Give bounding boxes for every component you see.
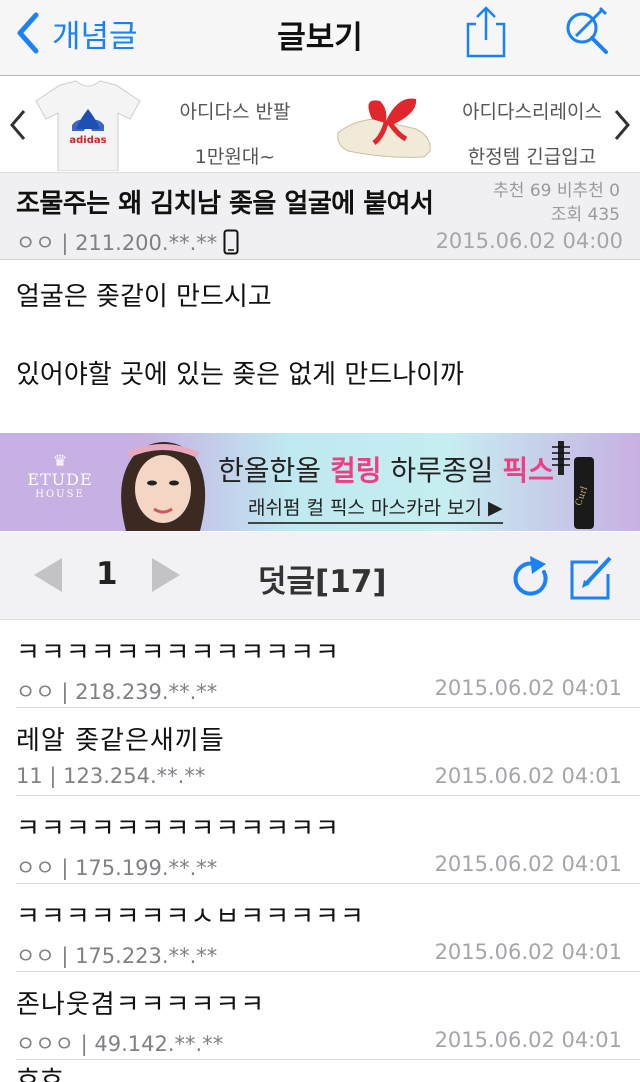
back-label: 개념글 — [52, 18, 138, 55]
brand-sub: HOUSE — [35, 489, 85, 500]
comment-row[interactable]: 레알 좆같은새끼들 11 | 123.254.**.** 2015.06.02 … — [16, 708, 640, 796]
comment-text: 존나웃겸ㅋㅋㅋㅋㅋㅋ — [16, 990, 266, 1020]
comment-author: ㅇㅇㅇ | 49.142.**.** — [16, 1032, 224, 1056]
headline-part: 한올한올 — [218, 454, 330, 487]
vote-count: 추천 69 비추천 0 — [493, 181, 620, 201]
comment-date: 2015.06.02 04:01 — [434, 940, 622, 964]
headline-highlight: 컬링 — [329, 454, 382, 487]
body-line: 얼굴은 좆같이 만드시고 — [16, 282, 272, 312]
comment-row[interactable]: ㅋㅋㅋㅋㅋㅋㅋㅋㅋㅋㅋㅋㅋ ㅇㅇ | 218.239.**.** 2015.06… — [16, 620, 640, 708]
body-line: 있어야할 곳에 있는 좆은 없게 만드나이까 — [16, 360, 464, 390]
comment-text-partial: 흐흐 — [16, 1066, 64, 1082]
sneaker-image[interactable] — [332, 85, 436, 167]
comment-list: ㅋㅋㅋㅋㅋㅋㅋㅋㅋㅋㅋㅋㅋ ㅇㅇ | 218.239.**.** 2015.06… — [0, 620, 640, 1060]
comment-text: ㅋㅋㅋㅋㅋㅋㅋㅅㅂㅋㅋㅋㅋㅋ — [16, 902, 365, 932]
post-body: 얼굴은 좆같이 만드시고 있어야할 곳에 있는 좆은 없게 만드나이까 — [16, 280, 626, 436]
ad2-subtitle[interactable]: 한정템 긴급입고 — [452, 142, 612, 169]
brand-name: ETUDE — [27, 470, 93, 489]
post-title: 조물주는 왜 김치남 좆을 얼굴에 붙여서 — [16, 189, 434, 219]
prev-page-icon[interactable] — [32, 556, 64, 594]
comment-toolbar: 1 덧글[17] — [0, 532, 640, 620]
chevron-left-icon — [17, 12, 39, 54]
post-header: 조물주는 왜 김치남 좆을 얼굴에 붙여서 추천 69 비추천 0 조회 435… — [0, 172, 640, 260]
mobile-phone-icon — [223, 229, 239, 255]
comment-count-title: 덧글[17] — [258, 564, 387, 600]
comment-author: ㅇㅇ | 175.223.**.** — [16, 944, 218, 968]
crown-icon: ♛ — [52, 451, 68, 470]
headline-highlight: 픽스 — [502, 454, 554, 487]
ad1-subtitle[interactable]: 1만원대~ — [160, 142, 310, 169]
view-count: 조회 435 — [550, 205, 620, 225]
comment-row[interactable]: 존나웃겸ㅋㅋㅋㅋㅋㅋ ㅇㅇㅇ | 49.142.**.** 2015.06.02… — [16, 972, 640, 1060]
ad1-title[interactable]: 아디다스 반팔 — [160, 97, 310, 124]
comment-text: ㅋㅋㅋㅋㅋㅋㅋㅋㅋㅋㅋㅋㅋ — [16, 814, 340, 844]
comment-date: 2015.06.02 04:01 — [434, 676, 622, 700]
next-page-icon[interactable] — [150, 556, 182, 594]
comment-author: ㅇㅇ | 218.239.**.** — [16, 680, 218, 704]
refresh-icon[interactable] — [510, 554, 554, 602]
ad-carousel: adidas 아디다스 반팔 1만원대~ 아디다스리레이스 한정템 긴급입고 — [0, 77, 640, 172]
comment-author: 11 | 123.254.**.** — [16, 764, 206, 788]
banner-headline: 한올한올 컬링 하루종일 픽스 — [218, 449, 554, 489]
page-number: 1 — [96, 556, 118, 592]
carousel-prev-icon[interactable] — [6, 107, 30, 143]
banner-link[interactable]: 래쉬펌 컬 픽스 마스카라 보기 ▶ — [248, 493, 503, 524]
tshirt-brand-text: adidas — [69, 135, 106, 146]
post-stats: 추천 69 비추천 0 조회 435 — [493, 179, 620, 227]
etude-logo: ♛ ETUDE HOUSE — [20, 451, 100, 500]
write-comment-icon[interactable] — [568, 552, 616, 602]
share-icon[interactable] — [464, 4, 508, 60]
navigation-bar: 개념글 글보기 — [0, 0, 640, 76]
comment-row[interactable]: ㅋㅋㅋㅋㅋㅋㅋㅋㅋㅋㅋㅋㅋ ㅇㅇ | 175.199.**.** 2015.06… — [16, 796, 640, 884]
model-image — [121, 442, 206, 531]
etude-banner-ad[interactable]: ♛ ETUDE HOUSE 한올한올 컬링 하루종일 픽스 래쉬펌 컬 픽스 마… — [0, 433, 640, 531]
comment-row[interactable]: ㅋㅋㅋㅋㅋㅋㅋㅅㅂㅋㅋㅋㅋㅋ ㅇㅇ | 175.223.**.** 2015.0… — [16, 884, 640, 972]
comment-date: 2015.06.02 04:01 — [434, 852, 622, 876]
back-button[interactable]: 개념글 — [14, 10, 138, 56]
ad2-title[interactable]: 아디다스리레이스 — [452, 97, 612, 124]
post-date: 2015.06.02 04:00 — [435, 229, 623, 253]
search-edit-icon[interactable] — [562, 4, 612, 56]
tshirt-image[interactable]: adidas — [32, 79, 144, 171]
mascara-image: Curl — [552, 441, 594, 529]
comment-author: ㅇㅇ | 175.199.**.** — [16, 856, 218, 880]
headline-part: 하루종일 — [381, 454, 503, 487]
comment-date: 2015.06.02 04:01 — [434, 764, 622, 788]
carousel-next-icon[interactable] — [610, 107, 634, 143]
post-author[interactable]: ㅇㅇ | 211.200.**.** — [16, 227, 239, 257]
comment-date: 2015.06.02 04:01 — [434, 1028, 622, 1052]
author-ip: ㅇㅇ | 211.200.**.** — [16, 231, 218, 255]
comment-text: ㅋㅋㅋㅋㅋㅋㅋㅋㅋㅋㅋㅋㅋ — [16, 638, 340, 668]
comment-text: 레알 좆같은새끼들 — [16, 726, 225, 756]
